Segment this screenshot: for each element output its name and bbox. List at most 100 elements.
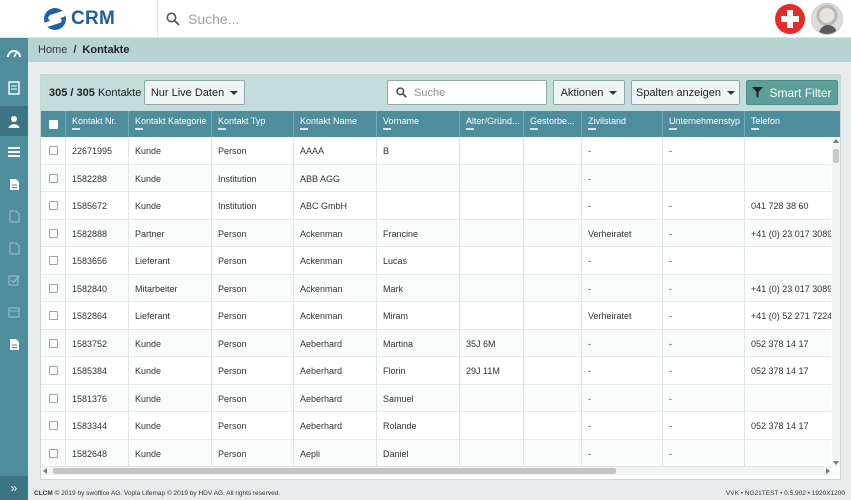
live-data-dropdown[interactable]: Nur Live Daten (144, 80, 245, 105)
table-search-input[interactable] (414, 86, 534, 99)
column-header-contact-name[interactable]: Kontakt Name (293, 111, 376, 137)
row-checkbox[interactable] (48, 338, 58, 348)
table-row[interactable]: 1582648 Kunde Person Aepli Daniel - - (41, 439, 831, 467)
vertical-scroll-thumb[interactable] (833, 149, 839, 163)
sidebar-item-files[interactable] (0, 233, 28, 263)
table-row[interactable]: 1581376 Kunde Person Aeberhard Samuel - - (41, 384, 831, 412)
cell-contact-type: Person (211, 247, 293, 274)
sidebar-item-dashboard[interactable] (0, 38, 28, 68)
row-checkbox[interactable] (48, 201, 58, 210)
cell-company-type: - (662, 192, 744, 219)
cell-company-type: - (662, 137, 744, 164)
row-checkbox-cell (41, 165, 65, 192)
scroll-left-icon[interactable] (43, 468, 47, 474)
horizontal-scrollbar[interactable] (41, 467, 832, 475)
table-row[interactable]: 22671995 Kunde Person AAAA B - - (41, 137, 831, 165)
cell-phone: +41 (0) 23 017 3089 (744, 274, 831, 302)
cell-marital-status: - (581, 412, 662, 439)
cell-contact-name: Aeberhard (293, 357, 376, 384)
column-header-first-name[interactable]: Vorname (376, 111, 459, 137)
cell-contact-type: Institution (211, 192, 293, 219)
footer-copyright: CLCM © 2019 by swoffice AG. Vopla Lifema… (34, 490, 280, 497)
cell-contact-number: 1585672 (65, 192, 128, 219)
sidebar-item-notes[interactable] (0, 329, 28, 359)
search-icon (166, 12, 180, 26)
app-logo[interactable]: CRM (0, 0, 158, 38)
row-checkbox[interactable] (48, 256, 58, 265)
column-header-company-type[interactable]: Unternehmenstyp (662, 111, 744, 137)
cell-contact-name: AAAA (293, 137, 376, 164)
actions-dropdown[interactable]: Aktionen (553, 80, 625, 105)
cell-contact-number: 1582840 (65, 274, 128, 302)
row-checkbox[interactable] (48, 393, 58, 403)
row-checkbox[interactable] (48, 146, 58, 155)
footer-version: VVK • NG21TEST • 0.5.902 • 1920X1200 (725, 490, 845, 497)
row-checkbox-cell (41, 440, 65, 467)
sidebar-item-reports[interactable] (0, 73, 28, 103)
cell-marital-status: - (581, 247, 662, 274)
sidebar-item-invoices[interactable] (0, 201, 28, 231)
cell-first-name: Daniel (376, 439, 459, 467)
cell-company-type: - (662, 302, 744, 329)
cell-first-name: Miram (376, 302, 459, 329)
show-columns-dropdown[interactable]: Spalten anzeigen (631, 80, 740, 105)
horizontal-scroll-thumb[interactable] (53, 468, 616, 474)
cell-marital-status: - (581, 439, 662, 467)
row-checkbox[interactable] (48, 421, 58, 430)
sidebar-item-menu[interactable] (0, 137, 28, 167)
column-header-age[interactable]: Alter/Gründ... (459, 111, 523, 137)
cell-age (459, 439, 523, 467)
column-header-marital-status[interactable]: Zivilstand (581, 111, 662, 137)
table-row[interactable]: 1582840 Mitarbeiter Person Ackenman Mark - - +4… (41, 274, 831, 302)
cell-contact-category: Kunde (128, 164, 211, 192)
sidebar-item-calendar[interactable] (0, 297, 28, 327)
table-row[interactable]: 1582288 Kunde Institution ABB AGG - (41, 164, 831, 192)
row-checkbox-cell (41, 302, 65, 329)
column-header-contact-number[interactable]: Kontakt Nr. (65, 111, 128, 137)
row-checkbox[interactable] (48, 228, 58, 238)
scroll-down-icon[interactable] (833, 461, 839, 465)
sidebar-item-contacts[interactable] (0, 106, 28, 136)
table-row[interactable]: 1583656 Lieferant Person Ackenman Lucas - - (41, 247, 831, 275)
row-checkbox[interactable] (48, 448, 58, 458)
cell-contact-name: Aeberhard (293, 329, 376, 357)
cell-age (459, 164, 523, 192)
cell-deceased (523, 219, 581, 247)
cell-company-type: - (662, 274, 744, 302)
breadcrumb-home[interactable]: Home (38, 44, 67, 56)
table-row[interactable]: 1583752 Kunde Person Aeberhard Martina 35J 6M… (41, 329, 831, 357)
smart-filter-button[interactable]: Smart Filter (746, 80, 838, 105)
row-checkbox[interactable] (48, 173, 58, 183)
table-row[interactable]: 1583344 Kunde Person Aeberhard Rolande - -052 … (41, 412, 831, 440)
global-search-input[interactable] (188, 11, 588, 27)
cell-contact-number: 1583656 (65, 247, 128, 274)
cell-contact-number: 1582888 (65, 219, 128, 247)
checkbox-icon (8, 275, 20, 286)
table-row[interactable]: 1585672 Kunde Institution ABC GmbH - -041 728… (41, 192, 831, 220)
row-checkbox-cell (41, 247, 65, 274)
scroll-up-icon[interactable] (833, 139, 839, 143)
vertical-scrollbar[interactable] (832, 137, 840, 467)
row-checkbox[interactable] (48, 311, 58, 320)
sidebar-item-tasks[interactable] (0, 265, 28, 295)
table-row[interactable]: 1582888 Partner Person Ackenman Francine Verh… (41, 219, 831, 247)
cell-contact-category: Lieferant (128, 247, 211, 274)
cell-deceased (523, 164, 581, 192)
column-header-phone[interactable]: Telefon (744, 111, 831, 137)
scroll-right-icon[interactable] (826, 468, 830, 474)
table-row[interactable]: 1585384 Kunde Person Aeberhard Florin 29J 11M… (41, 357, 831, 385)
column-header-contact-type[interactable]: Kontakt Typ (211, 111, 293, 137)
select-all-checkbox[interactable] (48, 119, 58, 129)
column-header-contact-category[interactable]: Kontakt Kategorie (128, 111, 211, 137)
row-checkbox[interactable] (48, 366, 58, 375)
user-avatar[interactable] (811, 3, 843, 35)
cell-company-type: - (662, 357, 744, 384)
cell-contact-type: Person (211, 274, 293, 302)
help-cross-button[interactable] (775, 4, 805, 34)
sidebar-expand-button[interactable]: » (0, 476, 28, 500)
sidebar-item-documents[interactable] (0, 169, 28, 199)
table-row[interactable]: 1582864 Lieferant Person Ackenman Miram Verhe… (41, 302, 831, 330)
row-checkbox[interactable] (48, 283, 58, 293)
column-header-deceased[interactable]: Gestorbe... (523, 111, 581, 137)
cell-phone: 052 378 14 17 (744, 357, 831, 384)
